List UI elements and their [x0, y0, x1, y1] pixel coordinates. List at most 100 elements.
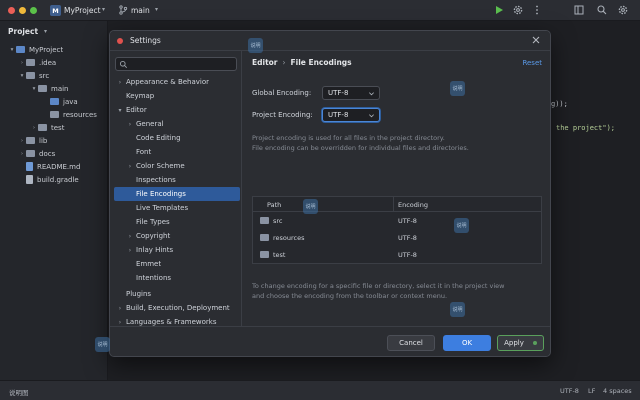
- nav-item-label: Appearance & Behavior: [126, 78, 210, 86]
- nav-item-inlay-hints[interactable]: › Inlay Hints: [114, 243, 240, 257]
- nav-item-code-editing[interactable]: Code Editing: [114, 131, 240, 145]
- breadcrumb: Editor › File Encodings: [252, 58, 352, 67]
- folder-icon: [260, 217, 269, 224]
- nav-item-plugins[interactable]: Plugins: [114, 287, 240, 301]
- settings-icon[interactable]: [617, 4, 629, 16]
- tree-item-src[interactable]: ▾ src: [18, 69, 50, 82]
- search-icon[interactable]: [596, 4, 608, 16]
- nav-item-keymap[interactable]: Keymap: [114, 89, 240, 103]
- tree-item-lib[interactable]: › lib: [18, 134, 47, 147]
- tree-item-label: src: [39, 71, 50, 80]
- window-minimize-dot[interactable]: [19, 7, 26, 14]
- tree-item-test[interactable]: › test: [30, 121, 65, 134]
- nav-item-build-execution[interactable]: › Build, Execution, Deployment: [114, 301, 240, 315]
- nav-item-copyright[interactable]: › Copyright: [114, 229, 240, 243]
- layout-icon[interactable]: [573, 4, 585, 16]
- nav-item-live-templates[interactable]: Live Templates: [114, 201, 240, 215]
- ok-button[interactable]: OK: [443, 335, 491, 351]
- project-name[interactable]: MyProject: [64, 6, 101, 15]
- button-label: Cancel: [399, 339, 423, 347]
- nav-item-intentions[interactable]: Intentions: [114, 271, 240, 285]
- settings-search[interactable]: [115, 57, 237, 71]
- tree-item-label: build.gradle: [37, 175, 79, 184]
- table-row[interactable]: src UTF-8: [253, 212, 541, 229]
- nav-item-inspections[interactable]: Inspections: [114, 173, 240, 187]
- close-icon[interactable]: [530, 34, 542, 46]
- nav-item-general[interactable]: › General: [114, 117, 240, 131]
- folder-icon: [50, 111, 59, 118]
- folder-icon: [50, 98, 59, 105]
- status-bar: 说明图 UTF-8 LF 4 spaces: [0, 380, 640, 400]
- help-line: To change encoding for a specific file o…: [252, 282, 505, 290]
- chevron-down-icon[interactable]: ▾: [30, 86, 38, 92]
- watermark: 说明: [454, 218, 469, 233]
- more-vertical-icon[interactable]: [531, 4, 543, 16]
- reset-link[interactable]: Reset: [522, 59, 542, 67]
- tree-item-main[interactable]: ▾ main: [30, 82, 69, 95]
- watermark: 说明: [95, 337, 110, 352]
- dialog-footer: Cancel OK Apply: [110, 326, 550, 356]
- info-line: Project encoding is used for all files i…: [252, 134, 445, 142]
- chevron-down-icon[interactable]: ▾: [8, 47, 16, 53]
- table-row[interactable]: test UTF-8: [253, 246, 541, 263]
- play-icon[interactable]: [493, 4, 505, 16]
- row-encoding[interactable]: UTF-8: [398, 234, 417, 242]
- nav-item-appearance[interactable]: › Appearance & Behavior: [114, 75, 240, 89]
- info-line: File encoding can be overridden for indi…: [252, 144, 469, 152]
- project-encoding-select[interactable]: UTF-8: [322, 108, 380, 122]
- gear-icon[interactable]: [512, 4, 524, 16]
- chevron-right-icon[interactable]: ›: [18, 138, 26, 144]
- status-line-separator[interactable]: LF: [588, 387, 595, 395]
- column-header-encoding[interactable]: Encoding: [398, 201, 428, 209]
- global-encoding-select[interactable]: UTF-8: [322, 86, 380, 100]
- project-panel-header[interactable]: Project ▾: [0, 21, 107, 41]
- apply-indicator-dot: [532, 341, 537, 345]
- tree-item-docs[interactable]: › docs: [18, 147, 55, 160]
- tree-item-build-gradle[interactable]: build.gradle: [18, 173, 79, 186]
- tree-item-readme[interactable]: README.md: [18, 160, 80, 173]
- nav-item-label: Build, Execution, Deployment: [126, 304, 230, 312]
- table-row[interactable]: resources UTF-8: [253, 229, 541, 246]
- nav-item-label: Copyright: [136, 232, 171, 240]
- nav-item-emmet[interactable]: Emmet: [114, 257, 240, 271]
- status-left-text[interactable]: 说明图: [9, 387, 29, 397]
- nav-item-color-scheme[interactable]: › Color Scheme: [114, 159, 240, 173]
- nav-item-label: Code Editing: [136, 134, 181, 142]
- tree-item-root[interactable]: ▾ MyProject: [8, 43, 64, 56]
- project-badge[interactable]: M: [50, 5, 61, 16]
- branch-name[interactable]: main: [131, 6, 150, 15]
- watermark: 说明: [450, 302, 465, 317]
- nav-item-font[interactable]: Font: [114, 145, 240, 159]
- settings-search-input[interactable]: [130, 59, 234, 70]
- chevron-down-icon[interactable]: ▾: [102, 6, 105, 13]
- project-encoding-label: Project Encoding:: [252, 111, 313, 119]
- chevron-down-icon[interactable]: ▾: [18, 73, 26, 79]
- chevron-right-icon[interactable]: ›: [30, 125, 38, 131]
- breadcrumb-separator: ›: [282, 58, 286, 67]
- nav-item-file-types[interactable]: File Types: [114, 215, 240, 229]
- nav-item-label: Inlay Hints: [136, 246, 174, 254]
- dialog-titlebar[interactable]: Settings: [110, 31, 550, 51]
- global-encoding-label: Global Encoding:: [252, 89, 312, 97]
- window-zoom-dot[interactable]: [30, 7, 37, 14]
- row-encoding[interactable]: UTF-8: [398, 251, 417, 259]
- tree-item-resources[interactable]: resources: [42, 108, 97, 121]
- apply-button[interactable]: Apply: [497, 335, 544, 351]
- cancel-button[interactable]: Cancel: [387, 335, 435, 351]
- chevron-down-icon[interactable]: ▾: [44, 28, 47, 35]
- tree-item-idea[interactable]: › .idea: [18, 56, 56, 69]
- close-dot[interactable]: [117, 38, 123, 44]
- chevron-down-icon[interactable]: ▾: [155, 6, 158, 13]
- column-header-path[interactable]: Path: [267, 201, 281, 209]
- status-encoding[interactable]: UTF-8: [560, 387, 579, 395]
- breadcrumb-parent[interactable]: Editor: [252, 58, 278, 67]
- markdown-file-icon: [26, 162, 33, 171]
- nav-item-file-encodings[interactable]: File Encodings: [114, 187, 240, 201]
- window-close-dot[interactable]: [8, 7, 15, 14]
- tree-item-java[interactable]: java: [42, 95, 78, 108]
- status-indent[interactable]: 4 spaces: [603, 387, 632, 395]
- chevron-right-icon[interactable]: ›: [18, 60, 26, 66]
- row-encoding[interactable]: UTF-8: [398, 217, 417, 225]
- nav-item-editor[interactable]: ▾ Editor: [114, 103, 240, 117]
- chevron-right-icon[interactable]: ›: [18, 151, 26, 157]
